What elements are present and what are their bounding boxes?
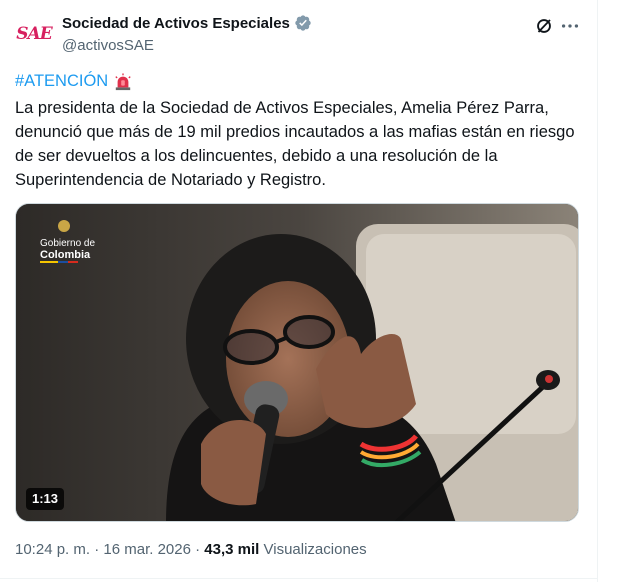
display-name[interactable]: Sociedad de Activos Especiales: [62, 15, 290, 32]
views-label: Visualizaciones: [259, 541, 367, 558]
watermark-line1: Gobierno de: [40, 238, 95, 249]
tweet-footer: 10:24 p. m. · 16 mar. 2026 · 43,3 mil Vi…: [15, 541, 367, 558]
avatar-logo: SAE: [16, 24, 52, 44]
column-divider: [597, 0, 598, 582]
verified-badge-icon: [295, 15, 311, 31]
video-frame: Gobierno de Colombia: [16, 204, 578, 521]
tweet-time[interactable]: 10:24 p. m.: [15, 541, 90, 558]
display-name-row[interactable]: Sociedad de Activos Especiales: [62, 14, 312, 32]
watermark-line2: Colombia: [40, 249, 91, 261]
colombia-crest-icon: [58, 220, 70, 232]
bottom-divider: [0, 578, 598, 579]
tweet-text: La presidenta de la Sociedad de Activos …: [15, 99, 575, 189]
avatar[interactable]: SAE: [14, 14, 54, 54]
siren-icon: [115, 72, 131, 90]
grok-icon[interactable]: [533, 15, 555, 37]
views-count: 43,3 mil: [204, 541, 260, 558]
hashtag-link[interactable]: #ATENCIÓN: [15, 72, 108, 91]
hashtag-line: #ATENCIÓN: [15, 72, 132, 91]
handle[interactable]: @activosSAE: [62, 37, 154, 54]
separator: ·: [190, 541, 205, 558]
tweet-date[interactable]: 16 mar. 2026: [103, 541, 191, 558]
separator: ·: [90, 541, 104, 558]
video-duration-badge: 1:13: [26, 488, 65, 510]
more-icon[interactable]: [559, 15, 581, 37]
video-player[interactable]: Gobierno de Colombia: [15, 203, 579, 522]
